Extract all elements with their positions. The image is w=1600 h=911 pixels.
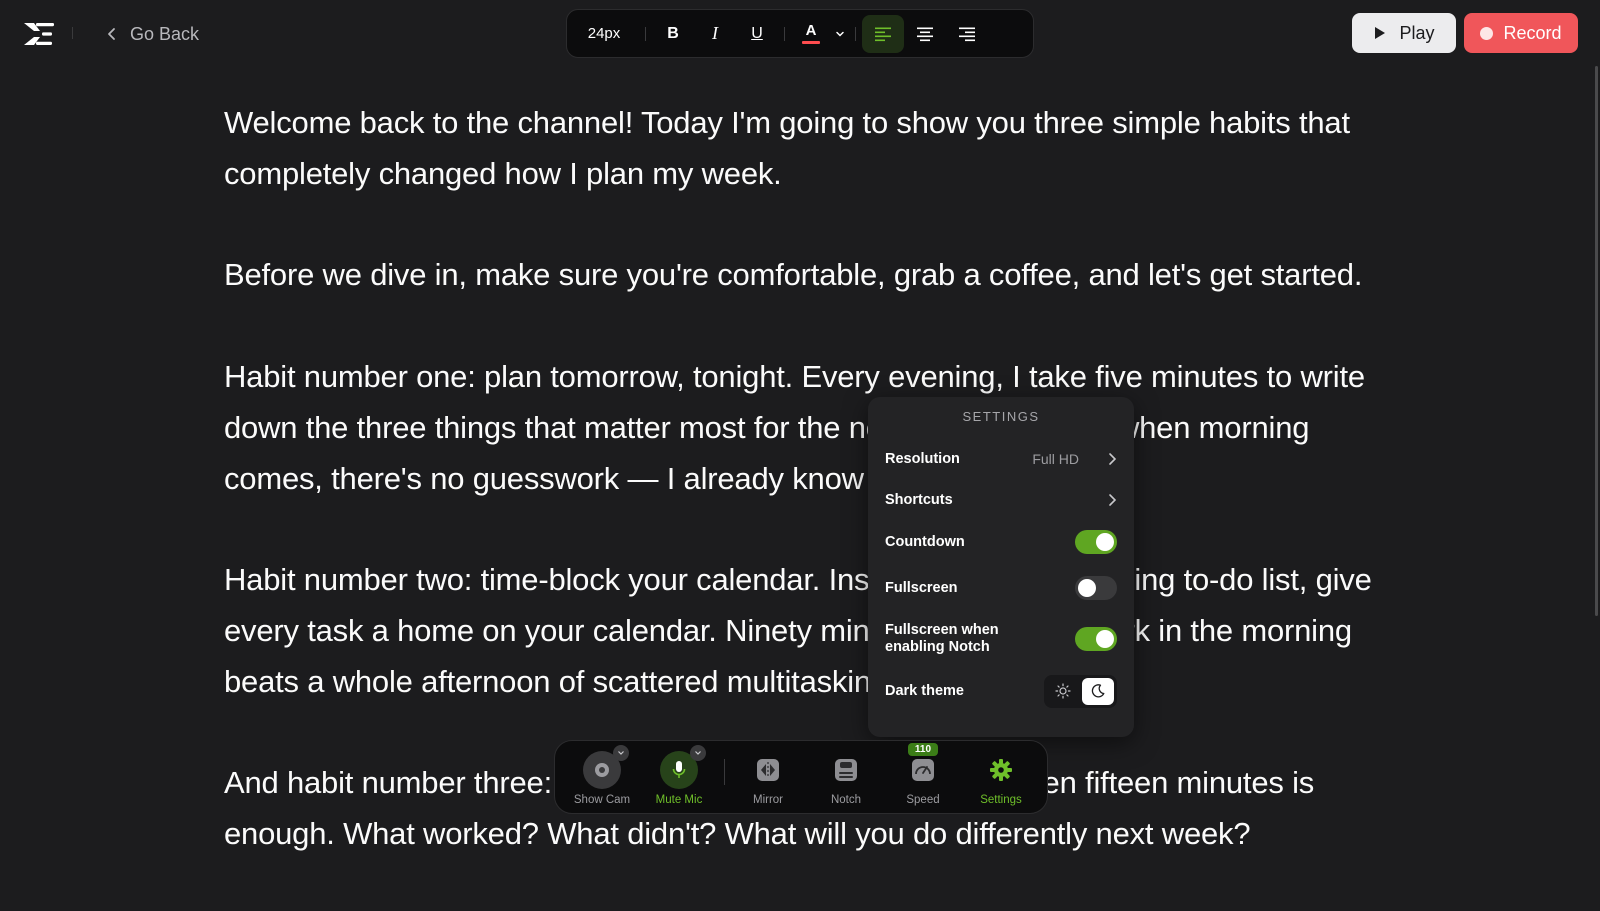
chevron-left-icon — [108, 28, 115, 40]
speedometer-icon-wrap — [904, 751, 942, 789]
toggle-knob — [1078, 579, 1096, 597]
chevron-down-icon — [695, 751, 701, 755]
settings-button[interactable]: Settings — [966, 741, 1036, 815]
record-label: Record — [1503, 22, 1562, 43]
go-back-button[interactable]: Go Back — [106, 20, 199, 48]
script-paragraph: Habit number one: plan tomorrow, tonight… — [224, 358, 1365, 496]
script-paragraph: Welcome back to the channel! Today I'm g… — [224, 105, 1350, 191]
text-color-swatch — [802, 40, 820, 44]
go-back-label: Go Back — [130, 23, 200, 44]
toolbar-divider — [784, 26, 785, 41]
mute-mic-button[interactable]: Mute Mic — [644, 741, 714, 815]
gear-icon-wrap — [982, 751, 1020, 789]
record-dot-icon — [1480, 26, 1494, 40]
mirror-button[interactable]: Mirror — [733, 741, 803, 815]
notch-icon-wrap — [827, 751, 865, 789]
chevron-right-icon — [1109, 453, 1117, 465]
mirror-label: Mirror — [752, 794, 784, 806]
align-right-button[interactable] — [946, 15, 988, 53]
fullscreen-notch-row: Fullscreen when enabling Notch — [885, 619, 1117, 659]
play-icon — [1375, 27, 1386, 39]
speed-label: Speed — [906, 794, 940, 806]
control-dock: Show Cam Mute Mic Mirror Notch 110 Speed… — [554, 740, 1048, 814]
underline-button[interactable]: U — [736, 15, 778, 53]
mirror-icon — [757, 759, 779, 781]
settings-label: Settings — [980, 794, 1022, 806]
resolution-value: Full HD — [1032, 451, 1079, 467]
show-cam-button[interactable]: Show Cam — [567, 741, 637, 815]
theme-switcher — [1044, 674, 1117, 708]
fullscreen-notch-toggle[interactable] — [1075, 627, 1117, 651]
italic-button[interactable]: I — [694, 15, 736, 53]
dock-divider — [724, 759, 725, 785]
record-button[interactable]: Record — [1464, 13, 1578, 53]
mic-options-dropdown[interactable] — [690, 745, 706, 761]
light-theme-button[interactable] — [1047, 678, 1079, 705]
dark-theme-row: Dark theme — [885, 674, 1117, 708]
play-button[interactable]: Play — [1352, 13, 1456, 53]
notch-icon — [835, 759, 857, 781]
mirror-icon-wrap — [749, 751, 787, 789]
app-logo-icon[interactable] — [22, 20, 58, 48]
fullscreen-label: Fullscreen — [885, 580, 958, 596]
align-left-button[interactable] — [862, 14, 904, 53]
toggle-knob — [1096, 533, 1114, 551]
dark-theme-button[interactable] — [1082, 677, 1114, 705]
bold-button[interactable]: B — [652, 15, 694, 53]
scrollbar[interactable] — [1595, 66, 1598, 616]
fullscreen-notch-label: Fullscreen when enabling Notch — [885, 622, 999, 655]
settings-panel: SETTINGS Resolution Full HD Shortcuts Co… — [868, 397, 1134, 737]
text-color-button[interactable]: A — [791, 15, 831, 53]
align-right-icon — [959, 27, 975, 41]
shortcuts-label: Shortcuts — [885, 492, 953, 508]
script-paragraph: Before we dive in, make sure you're comf… — [224, 257, 1363, 293]
notch-button[interactable]: Notch — [811, 741, 881, 815]
notch-label: Notch — [830, 794, 862, 806]
resolution-row[interactable]: Resolution Full HD — [885, 447, 1117, 471]
camera-options-dropdown[interactable] — [613, 745, 629, 761]
header-divider — [72, 27, 73, 39]
microphone-icon — [672, 761, 686, 778]
countdown-label: Countdown — [885, 534, 965, 550]
toolbar-divider — [855, 26, 856, 41]
shortcuts-row[interactable]: Shortcuts — [885, 488, 1117, 512]
font-size-selector[interactable]: 24px — [569, 25, 639, 42]
toggle-knob — [1096, 630, 1114, 648]
play-label: Play — [1399, 22, 1435, 43]
toolbar-divider — [645, 26, 646, 41]
settings-title: SETTINGS — [962, 409, 1040, 424]
show-cam-label: Show Cam — [573, 794, 631, 806]
speedometer-icon — [912, 759, 934, 781]
chevron-down-icon — [618, 751, 624, 755]
script-paragraph: Habit number two: time-block your calend… — [224, 562, 1372, 699]
align-center-button[interactable] — [904, 15, 946, 53]
fullscreen-toggle[interactable] — [1075, 576, 1117, 600]
align-center-icon — [917, 27, 933, 41]
sun-icon — [1055, 683, 1071, 699]
formatting-toolbar: 24px B I U A — [566, 9, 1034, 58]
text-color-letter: A — [805, 21, 817, 39]
resolution-label: Resolution — [885, 451, 960, 467]
moon-icon — [1091, 684, 1105, 698]
countdown-row: Countdown — [885, 528, 1117, 556]
align-left-icon — [875, 27, 891, 41]
gear-icon — [990, 759, 1012, 781]
mute-mic-label: Mute Mic — [655, 794, 703, 806]
fullscreen-row: Fullscreen — [885, 574, 1117, 602]
camera-icon — [595, 763, 609, 777]
speed-button[interactable]: 110 Speed — [888, 741, 958, 815]
chevron-down-icon — [836, 31, 844, 37]
countdown-toggle[interactable] — [1075, 530, 1117, 554]
chevron-right-icon — [1109, 494, 1117, 506]
dark-theme-label: Dark theme — [885, 683, 964, 699]
text-color-dropdown[interactable] — [831, 15, 849, 53]
